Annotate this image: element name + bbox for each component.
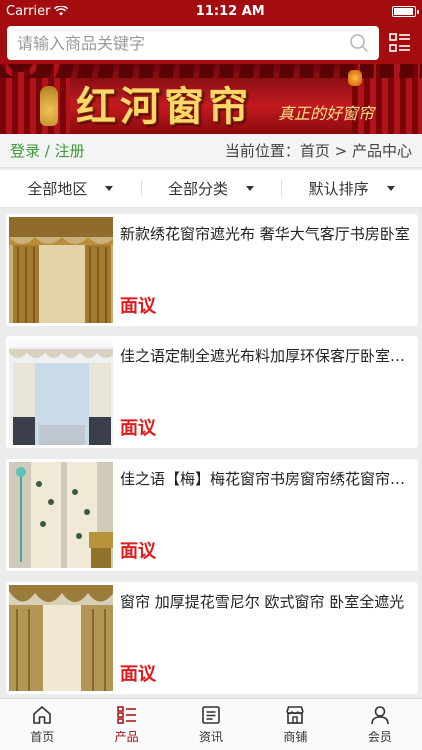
location-bar: 登录 / 注册 当前位置：首页 > 产品中心 xyxy=(0,134,422,168)
news-icon xyxy=(202,706,220,724)
bottom-tab-bar: 首页 产品 资讯 商铺 会员 xyxy=(0,698,422,750)
product-price: 面议 xyxy=(120,541,156,562)
product-price: 面议 xyxy=(120,664,156,685)
breadcrumb: 当前位置：首页 > 产品中心 xyxy=(225,140,412,161)
tab-products[interactable]: 产品 xyxy=(84,699,168,750)
product-card[interactable]: 佳之语【梅】梅花窗帘书房窗帘绣花窗帘成品 面议 xyxy=(6,459,418,571)
product-image xyxy=(9,217,113,323)
filter-sort-label: 默认排序 xyxy=(308,180,369,198)
search-icon[interactable] xyxy=(349,33,369,53)
tab-store-label: 商铺 xyxy=(283,730,308,744)
grid-list-icon xyxy=(389,33,410,52)
tab-home[interactable]: 首页 xyxy=(0,699,84,750)
tab-store[interactable]: 商铺 xyxy=(253,699,337,750)
register-link[interactable]: 注册 xyxy=(55,142,85,160)
status-bar: Carrier 11:12 AM xyxy=(0,0,422,22)
product-image xyxy=(9,339,113,445)
search-box[interactable] xyxy=(7,26,379,60)
product-card[interactable]: 窗帘 加厚提花雪尼尔 欧式窗帘 卧室全遮光 面议 xyxy=(6,582,418,694)
filter-region[interactable]: 全部地区 xyxy=(0,170,141,207)
store-icon xyxy=(286,706,305,724)
breadcrumb-home[interactable]: 首页 xyxy=(300,142,330,160)
filter-region-label: 全部地区 xyxy=(27,180,88,198)
product-title: 佳之语【梅】梅花窗帘书房窗帘绣花窗帘成品 xyxy=(120,470,410,488)
tab-news[interactable]: 资讯 xyxy=(169,699,253,750)
lantern-decoration xyxy=(348,70,362,86)
product-title: 新款绣花窗帘遮光布 奢华大气客厅书房卧室 xyxy=(120,225,410,243)
filter-category-label: 全部分类 xyxy=(168,180,229,198)
battery-icon xyxy=(392,5,419,17)
status-time: 11:12 AM xyxy=(195,3,265,19)
product-image xyxy=(9,585,113,691)
banner-title: 红河窗帘 xyxy=(76,83,252,130)
tab-home-label: 首页 xyxy=(30,730,55,744)
user-icon xyxy=(371,706,389,725)
product-price: 面议 xyxy=(120,418,156,439)
product-title: 窗帘 加厚提花雪尼尔 欧式窗帘 卧室全遮光 xyxy=(120,593,405,611)
wifi-icon xyxy=(54,6,69,16)
auth-links: 登录 / 注册 xyxy=(10,140,85,161)
tab-member-label: 会员 xyxy=(367,730,392,744)
filter-category[interactable]: 全部分类 xyxy=(140,170,282,207)
product-image xyxy=(9,462,113,568)
product-title: 佳之语定制全遮光布料加厚环保客厅卧室窗帘 xyxy=(120,347,410,365)
top-bar: Carrier 11:12 AM xyxy=(0,0,422,64)
auth-separator: / xyxy=(40,142,55,160)
product-card[interactable]: 新款绣花窗帘遮光布 奢华大气客厅书房卧室 面议 xyxy=(6,214,418,326)
tab-member[interactable]: 会员 xyxy=(338,699,422,750)
product-price: 面议 xyxy=(120,296,156,317)
filter-sort[interactable]: 默认排序 xyxy=(281,170,422,207)
tab-news-label: 资讯 xyxy=(199,730,224,744)
caret-down-icon xyxy=(246,186,255,191)
home-icon xyxy=(33,706,52,724)
breadcrumb-arrow: > xyxy=(329,142,352,160)
login-link[interactable]: 登录 xyxy=(10,142,40,160)
list-icon xyxy=(116,706,136,724)
product-card[interactable]: 佳之语定制全遮光布料加厚环保客厅卧室窗帘 面议 xyxy=(6,336,418,448)
tab-products-label: 产品 xyxy=(114,730,139,744)
carrier-label: Carrier xyxy=(6,3,51,19)
caret-down-icon xyxy=(386,186,395,191)
brand-banner: 红河窗帘 真正的好窗帘 xyxy=(0,64,422,134)
category-menu-button[interactable] xyxy=(389,32,411,54)
caret-down-icon xyxy=(105,186,114,191)
filter-bar: 全部地区 全部分类 默认排序 xyxy=(0,170,422,208)
breadcrumb-label: 当前位置： xyxy=(224,142,300,160)
search-input[interactable] xyxy=(17,33,349,53)
vase-decoration xyxy=(40,86,58,126)
banner-subtitle: 真正的好窗帘 xyxy=(278,104,375,123)
breadcrumb-current: 产品中心 xyxy=(351,142,412,160)
